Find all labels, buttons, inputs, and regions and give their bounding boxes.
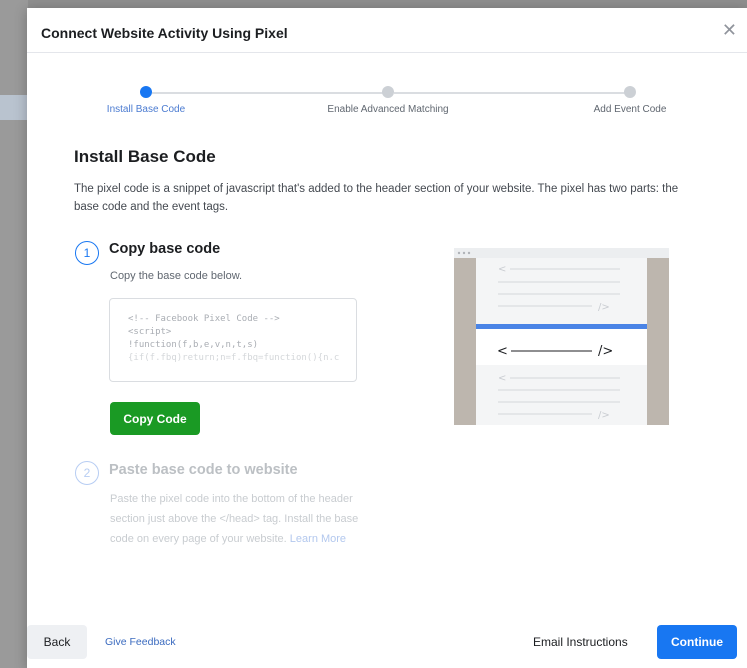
step-dot-enable-advanced-matching[interactable] bbox=[382, 86, 394, 98]
code-line: {if(f.fbq)return;n=f.fbq=function(){n.c bbox=[128, 353, 340, 363]
background-panel bbox=[0, 95, 28, 120]
step1-subtitle: Copy the base code below. bbox=[110, 270, 243, 282]
code-line: <!-- Facebook Pixel Code --> bbox=[128, 314, 280, 324]
svg-text:/>: /> bbox=[598, 302, 610, 313]
code-line: <script> bbox=[128, 327, 172, 337]
stepper-line bbox=[394, 92, 625, 94]
step-label-enable-advanced-matching[interactable]: Enable Advanced Matching bbox=[327, 104, 448, 115]
code-line: !function(f,b,e,v,n,t,s) bbox=[128, 340, 259, 350]
step2-subtitle: Paste the pixel code into the bottom of … bbox=[110, 489, 360, 549]
base-code-box[interactable]: <!-- Facebook Pixel Code --> <script> !f… bbox=[109, 298, 357, 382]
background-page bbox=[0, 0, 28, 668]
dialog-footer: Back Give Feedback Email Instructions Co… bbox=[27, 612, 747, 668]
email-instructions-link[interactable]: Email Instructions bbox=[533, 635, 628, 649]
section-description: The pixel code is a snippet of javascrip… bbox=[74, 183, 679, 213]
svg-text:/>: /> bbox=[598, 344, 613, 359]
stepper-line bbox=[152, 92, 388, 94]
svg-text:/>: /> bbox=[598, 410, 610, 421]
progress-stepper: Install Base Code Enable Advanced Matchi… bbox=[27, 86, 747, 126]
step-dot-install-base-code[interactable] bbox=[140, 86, 152, 98]
svg-text:<: < bbox=[498, 264, 506, 275]
close-icon[interactable]: ✕ bbox=[722, 21, 737, 39]
learn-more-link[interactable]: Learn More bbox=[290, 533, 346, 545]
step2-title: Paste base code to website bbox=[109, 462, 298, 478]
back-button[interactable]: Back bbox=[27, 625, 87, 659]
step-label-install-base-code[interactable]: Install Base Code bbox=[107, 104, 185, 115]
continue-button[interactable]: Continue bbox=[657, 625, 737, 659]
svg-text:<: < bbox=[498, 373, 506, 384]
step-label-add-event-code[interactable]: Add Event Code bbox=[594, 104, 667, 115]
section-title: Install Base Code bbox=[74, 147, 216, 166]
step-number-1: 1 bbox=[75, 241, 99, 265]
divider bbox=[27, 52, 747, 53]
give-feedback-link[interactable]: Give Feedback bbox=[105, 636, 176, 648]
step-number-2: 2 bbox=[75, 461, 99, 485]
connect-pixel-dialog: Connect Website Activity Using Pixel ✕ I… bbox=[27, 8, 747, 668]
illustration-graphic: < /> < /> < /> bbox=[454, 248, 669, 425]
copy-code-button[interactable]: Copy Code bbox=[110, 402, 200, 435]
dialog-title: Connect Website Activity Using Pixel bbox=[41, 25, 288, 41]
step1-title: Copy base code bbox=[109, 241, 221, 257]
step-dot-add-event-code[interactable] bbox=[624, 86, 636, 98]
svg-text:<: < bbox=[497, 344, 508, 359]
code-brackets-illustration: < /> < /> < /> bbox=[454, 248, 669, 425]
